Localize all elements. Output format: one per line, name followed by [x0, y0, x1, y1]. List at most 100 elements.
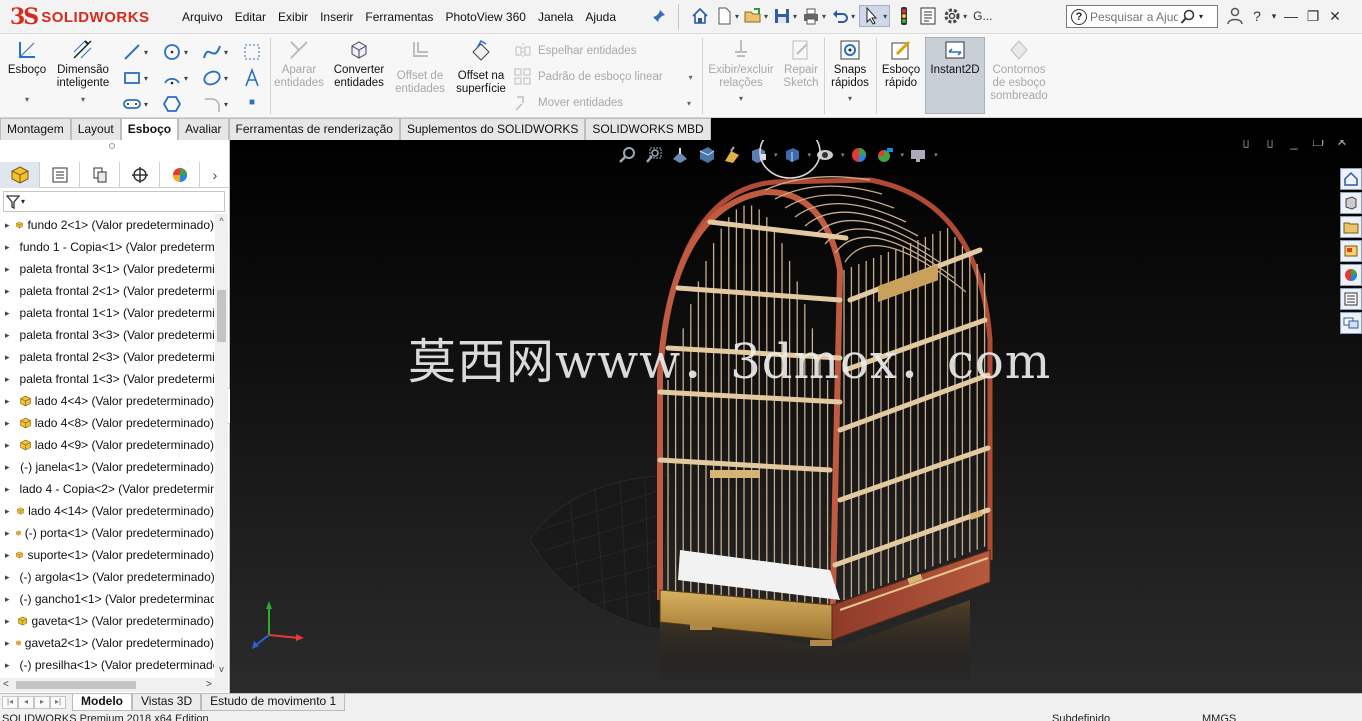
- expand-arrow-icon[interactable]: ▸: [5, 484, 10, 495]
- tree-item[interactable]: ▸ fundo 1 - Copia<1> (Valor predeterminad…: [0, 236, 214, 258]
- text-tool[interactable]: [242, 68, 262, 88]
- open-icon[interactable]: ▾: [743, 5, 768, 27]
- offset-superficie-button[interactable]: Offset na superfície: [452, 38, 510, 96]
- select-pointer-icon[interactable]: ▾: [859, 5, 891, 27]
- tree-item[interactable]: ▸ paleta frontal 2<3> (Valor predetermina…: [0, 346, 214, 368]
- tree-filter[interactable]: ▾: [3, 191, 225, 212]
- snaps-rapidos-button[interactable]: Snaps rápidos ▾: [828, 38, 872, 105]
- options-gear-icon[interactable]: ▾: [942, 5, 967, 27]
- expand-arrow-icon[interactable]: ▸: [5, 638, 10, 649]
- help-search-box[interactable]: ? ▾: [1066, 5, 1218, 28]
- tree-item[interactable]: ▸ paleta frontal 3<1> (Valor predetermina…: [0, 258, 214, 280]
- tab-montagem[interactable]: Montagem: [0, 118, 71, 140]
- tree-item[interactable]: ▸ gaveta<1> (Valor predeterminado): [0, 610, 214, 632]
- propertymanager-tab[interactable]: [40, 161, 80, 188]
- tree-item[interactable]: ▸ fundo 2<1> (Valor predeterminado): [0, 214, 214, 236]
- panel-grip-handle[interactable]: [109, 143, 115, 149]
- repair-sketch-button[interactable]: Repair Sketch: [780, 38, 822, 90]
- expand-arrow-icon[interactable]: ▸: [5, 396, 14, 407]
- tree-item[interactable]: ▸ lado 4<8> (Valor predeterminado): [0, 412, 214, 434]
- fillet-tool[interactable]: ▾: [202, 94, 228, 114]
- expand-arrow-icon[interactable]: ▸: [5, 572, 10, 583]
- tree-item[interactable]: ▸ lado 4<4> (Valor predeterminado): [0, 390, 214, 412]
- menu-ajuda[interactable]: Ajuda: [579, 8, 622, 26]
- split-vertical-icon[interactable]: ▯: [1234, 140, 1258, 152]
- expand-arrow-icon[interactable]: ▸: [5, 286, 10, 297]
- graphics-area[interactable]: ▾ ▾ ▾ ▾ ▾ ▯ ▯ _ ❐ ✕ 莫西网www．3dmox．com: [230, 140, 1362, 693]
- restore-icon[interactable]: ❐: [1302, 4, 1324, 28]
- contornos-sombreado-button[interactable]: Contornos de esboço sombreado: [988, 38, 1050, 103]
- esboco-button[interactable]: Esboço ▾: [6, 38, 48, 106]
- search-dropdown-icon[interactable]: ▾: [1199, 12, 1203, 21]
- arc-tool[interactable]: ▾: [162, 68, 188, 88]
- design-library-icon[interactable]: [1340, 192, 1362, 214]
- configurationmanager-tab[interactable]: [80, 161, 120, 188]
- next-tab-icon[interactable]: ▸: [34, 696, 50, 709]
- home-icon[interactable]: [690, 5, 710, 27]
- tree-item[interactable]: ▸ (-) janela<1> (Valor predeterminado): [0, 456, 214, 478]
- tab-esboco[interactable]: Esboço: [120, 118, 179, 140]
- split-horizontal-icon[interactable]: ▯: [1258, 140, 1282, 152]
- tree-item[interactable]: ▸ paleta frontal 1<1> (Valor predetermina…: [0, 302, 214, 324]
- exibir-relacoes-button[interactable]: Exibir/excluir relações ▾: [706, 38, 776, 105]
- menu-photoview[interactable]: PhotoView 360: [439, 8, 532, 26]
- dimensao-inteligente-button[interactable]: Dimensão inteligente ▾: [52, 38, 114, 106]
- scroll-down-icon[interactable]: v: [215, 664, 228, 676]
- offset-entidades-button[interactable]: Offset de entidades: [393, 38, 447, 96]
- tree-item[interactable]: ▸ paleta frontal 1<3> (Valor predetermina…: [0, 368, 214, 390]
- spline-tool[interactable]: ▾: [202, 42, 228, 62]
- expand-arrow-icon[interactable]: ▸: [5, 660, 10, 671]
- panel-tabs-more-icon[interactable]: ›: [200, 162, 230, 188]
- tab-vistas-3d[interactable]: Vistas 3D: [132, 694, 202, 711]
- user-account-icon[interactable]: [1224, 4, 1246, 28]
- menu-editar[interactable]: Editar: [229, 8, 272, 26]
- tab-estudo-movimento[interactable]: Estudo de movimento 1: [201, 694, 346, 711]
- menu-janela[interactable]: Janela: [532, 8, 579, 26]
- help-icon[interactable]: ?: [1246, 4, 1268, 28]
- converter-entidades-button[interactable]: Converter entidades: [330, 38, 388, 90]
- expand-arrow-icon[interactable]: ▸: [5, 440, 14, 451]
- line-tool[interactable]: ▾: [122, 42, 148, 62]
- viewport-close-icon[interactable]: ✕: [1330, 140, 1354, 152]
- file-explorer-icon[interactable]: [1340, 216, 1362, 238]
- menu-arquivo[interactable]: Arquivo: [176, 8, 229, 26]
- appearances-scenes-icon[interactable]: [1340, 264, 1362, 286]
- scroll-thumb[interactable]: [217, 290, 226, 342]
- expand-arrow-icon[interactable]: ▸: [5, 308, 10, 319]
- expand-arrow-icon[interactable]: ▸: [5, 528, 10, 539]
- expand-arrow-icon[interactable]: ▸: [5, 418, 14, 429]
- tree-item[interactable]: ▸ (-) presilha<1> (Valor predeterminado): [0, 654, 214, 676]
- expand-arrow-icon[interactable]: ▸: [5, 242, 10, 253]
- display-manager-tab[interactable]: [160, 161, 200, 188]
- padrao-esboco-linear-button[interactable]: Padrão de esboço linear ▾: [514, 68, 693, 86]
- first-tab-icon[interactable]: |◂: [2, 696, 18, 709]
- dimensao-dropdown-icon[interactable]: ▾: [81, 93, 85, 106]
- new-document-icon[interactable]: ▾: [714, 5, 739, 27]
- tree-item[interactable]: ▸ paleta frontal 2<1> (Valor predetermina…: [0, 280, 214, 302]
- slot-tool[interactable]: ▾: [122, 94, 148, 114]
- print-icon[interactable]: ▾: [801, 5, 826, 27]
- tree-item[interactable]: ▸ suporte<1> (Valor predeterminado): [0, 544, 214, 566]
- last-tab-icon[interactable]: ▸|: [50, 696, 66, 709]
- help-search-input[interactable]: [1090, 9, 1178, 24]
- save-icon[interactable]: ▾: [772, 5, 797, 27]
- expand-arrow-icon[interactable]: ▸: [5, 616, 12, 627]
- tree-item[interactable]: ▸ paleta frontal 3<3> (Valor predetermina…: [0, 324, 214, 346]
- forum-icon[interactable]: [1340, 312, 1362, 334]
- dimxpert-tab[interactable]: [120, 161, 160, 188]
- tab-layout[interactable]: Layout: [70, 118, 121, 140]
- solidworks-resources-icon[interactable]: [1340, 168, 1362, 190]
- tab-ferramentas-renderizacao[interactable]: Ferramentas de renderização: [228, 118, 400, 140]
- status-units[interactable]: MMGS: [1202, 713, 1236, 721]
- expand-arrow-icon[interactable]: ▸: [5, 506, 11, 517]
- scroll-left-icon[interactable]: <: [3, 679, 9, 690]
- menu-ferramentas[interactable]: Ferramentas: [359, 8, 439, 26]
- rectangle-tool[interactable]: ▾: [122, 68, 148, 88]
- expand-arrow-icon[interactable]: ▸: [5, 462, 10, 473]
- tree-item[interactable]: ▸ lado 4<9> (Valor predeterminado): [0, 434, 214, 456]
- featuremanager-tab[interactable]: [0, 161, 40, 188]
- rebuild-icon[interactable]: [894, 5, 914, 27]
- tree-horizontal-scrollbar[interactable]: < >: [0, 678, 228, 692]
- filter-dropdown-icon[interactable]: ▾: [21, 197, 25, 206]
- viewport-restore-icon[interactable]: ❐: [1306, 140, 1330, 152]
